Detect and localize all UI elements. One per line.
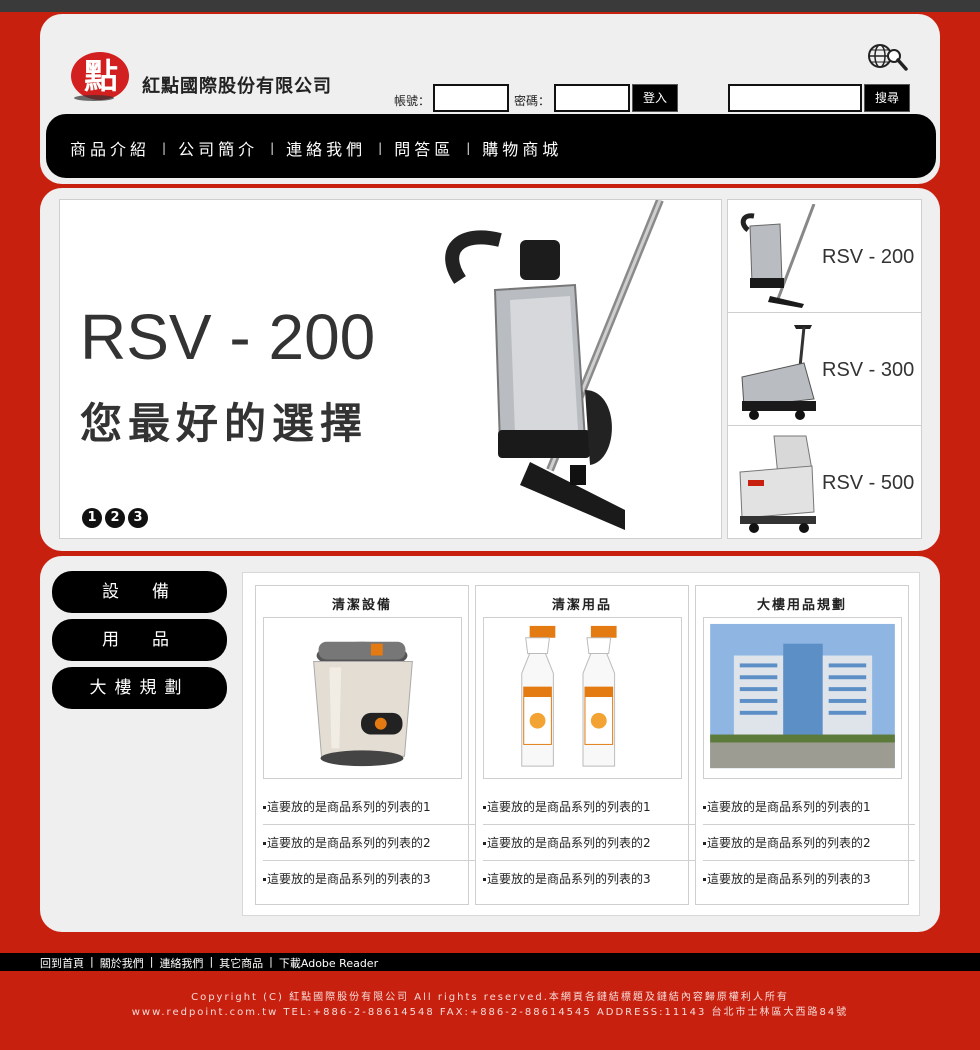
footer-link-home[interactable]: 回到首頁 bbox=[40, 955, 84, 971]
category-list: 這要放的是商品系列的列表的1 這要放的是商品系列的列表的2 這要放的是商品系列的… bbox=[483, 789, 695, 897]
category-list: 這要放的是商品系列的列表的1 這要放的是商品系列的列表的2 這要放的是商品系列的… bbox=[263, 789, 475, 897]
logo-mark-icon: 點 bbox=[71, 52, 129, 101]
company-logo[interactable]: 點 紅點國際股份有限公司 bbox=[70, 48, 360, 108]
list-item[interactable]: 這要放的是商品系列的列表的3 bbox=[703, 861, 915, 897]
search-button[interactable]: 搜尋 bbox=[864, 84, 910, 112]
nav-item-about[interactable]: 公司簡介 bbox=[178, 136, 258, 160]
list-item[interactable]: 這要放的是商品系列的列表的3 bbox=[263, 861, 475, 897]
copyright-line-2: www.redpoint.com.tw TEL:+886-2-88614548 … bbox=[131, 1007, 849, 1018]
header-panel: 點 紅點國際股份有限公司 帳號： 密碼： 登入 搜尋 商品介紹 | 公司簡介 |… bbox=[40, 14, 940, 184]
category-card-supplies: 清潔用品 這要放的是商品系列的列表的1 這要放的是商品系列的列表的2 這要放的是… bbox=[475, 585, 695, 905]
category-title[interactable]: 清潔用品 bbox=[476, 594, 688, 613]
rsv-200-image bbox=[740, 204, 816, 308]
footer-link-contact[interactable]: 連絡我們 bbox=[159, 955, 203, 971]
thumb-label-rsv-200: RSV - 200 bbox=[822, 246, 915, 268]
pager-dot-2[interactable]: 2 bbox=[105, 508, 125, 528]
copyright-text: Copyright (C) 紅點國際股份有限公司 All rights rese… bbox=[0, 990, 980, 1020]
category-image[interactable] bbox=[703, 617, 902, 779]
account-input[interactable] bbox=[433, 84, 509, 112]
company-name: 紅點國際股份有限公司 bbox=[142, 76, 332, 97]
footer-link-other-products[interactable]: 其它商品 bbox=[219, 955, 263, 971]
svg-text:點: 點 bbox=[84, 57, 118, 97]
office-building-image bbox=[710, 623, 895, 769]
category-title[interactable]: 大樓用品規劃 bbox=[696, 594, 908, 613]
spray-bottles-image bbox=[521, 625, 617, 767]
list-item[interactable]: 這要放的是商品系列的列表的2 bbox=[263, 825, 475, 861]
banner-subtitle: 您最好的選擇 bbox=[80, 399, 369, 448]
nav-item-contact[interactable]: 連絡我們 bbox=[286, 136, 366, 160]
list-item[interactable]: 這要放的是商品系列的列表的2 bbox=[703, 825, 915, 861]
category-image[interactable] bbox=[483, 617, 682, 779]
footer-link-adobe-reader[interactable]: 下載Adobe Reader bbox=[279, 955, 378, 971]
footer-link-about[interactable]: 關於我們 bbox=[100, 955, 144, 971]
sidebar-item-supplies[interactable]: 用 品 bbox=[52, 619, 227, 661]
sidebar-item-equipment[interactable]: 設 備 bbox=[52, 571, 227, 613]
thumb-rsv-500[interactable]: RSV - 500 bbox=[728, 426, 921, 539]
banner-title: RSV - 200 bbox=[80, 301, 376, 373]
list-item[interactable]: 這要放的是商品系列的列表的3 bbox=[483, 861, 695, 897]
rsv-500-image bbox=[739, 435, 816, 533]
category-title[interactable]: 清潔設備 bbox=[256, 594, 468, 613]
category-card-equipment: 清潔設備 這要放的是商品系列的列表的1 這要放的是商品系列的列表的2 這要放的是… bbox=[255, 585, 475, 905]
category-card-building: 大樓用品規劃 這要放的是商品系列的列表的1 這要放的是商品系列的列表的2 這要放… bbox=[695, 585, 915, 905]
password-label: 密碼： bbox=[514, 94, 551, 108]
content-panel: 設 備 用 品 大樓規劃 清潔設備 這要放的是商品系列的列表的1 這要放的是商品… bbox=[40, 556, 940, 932]
category-image[interactable] bbox=[263, 617, 462, 779]
thumb-rsv-200[interactable]: RSV - 200 bbox=[728, 200, 921, 313]
list-item[interactable]: 這要放的是商品系列的列表的2 bbox=[483, 825, 695, 861]
globe-search-icon bbox=[868, 44, 908, 71]
nav-item-shop[interactable]: 購物商城 bbox=[482, 136, 562, 160]
pager-dot-3[interactable]: 3 bbox=[128, 508, 148, 528]
thumb-label-rsv-300: RSV - 300 bbox=[822, 359, 915, 381]
sidebar-item-building-planning[interactable]: 大樓規劃 bbox=[52, 667, 227, 709]
nav-item-faq[interactable]: 問答區 bbox=[394, 136, 454, 160]
login-button[interactable]: 登入 bbox=[632, 84, 678, 112]
pager-dot-1[interactable]: 1 bbox=[82, 508, 102, 528]
list-item[interactable]: 這要放的是商品系列的列表的1 bbox=[703, 789, 915, 825]
thumb-rsv-300[interactable]: RSV - 300 bbox=[728, 313, 921, 426]
footer-nav: 回到首頁 | 關於我們 | 連絡我們 | 其它商品 | 下載Adobe Read… bbox=[0, 953, 980, 971]
backpack-vacuum-image bbox=[445, 200, 664, 530]
banner-thumbnails: RSV - 200 RSV - 300 RSV - 500 bbox=[727, 199, 922, 539]
category-list: 這要放的是商品系列的列表的1 這要放的是商品系列的列表的2 這要放的是商品系列的… bbox=[703, 789, 915, 897]
search-input[interactable] bbox=[728, 84, 862, 112]
copyright-line-1: Copyright (C) 紅點國際股份有限公司 All rights rese… bbox=[191, 992, 789, 1003]
main-nav: 商品介紹 | 公司簡介 | 連絡我們 | 問答區 | 購物商城 bbox=[46, 114, 936, 178]
banner-pager: 1 2 3 bbox=[82, 508, 148, 528]
account-label: 帳號： bbox=[394, 94, 431, 108]
nav-item-products[interactable]: 商品介紹 bbox=[70, 136, 150, 160]
rsv-300-image bbox=[741, 325, 816, 420]
banner-panel: RSV - 200 您最好的選擇 1 2 3 RSV - 200 RSV - 3… bbox=[40, 188, 940, 551]
list-item[interactable]: 這要放的是商品系列的列表的1 bbox=[483, 789, 695, 825]
banner-slide[interactable]: RSV - 200 您最好的選擇 1 2 3 bbox=[59, 199, 722, 539]
list-item[interactable]: 這要放的是商品系列的列表的1 bbox=[263, 789, 475, 825]
top-strip bbox=[0, 0, 980, 12]
wet-dry-vacuum-image bbox=[313, 641, 413, 767]
password-input[interactable] bbox=[554, 84, 630, 112]
thumb-label-rsv-500: RSV - 500 bbox=[822, 472, 915, 494]
category-area: 清潔設備 這要放的是商品系列的列表的1 這要放的是商品系列的列表的2 這要放的是… bbox=[242, 572, 920, 916]
